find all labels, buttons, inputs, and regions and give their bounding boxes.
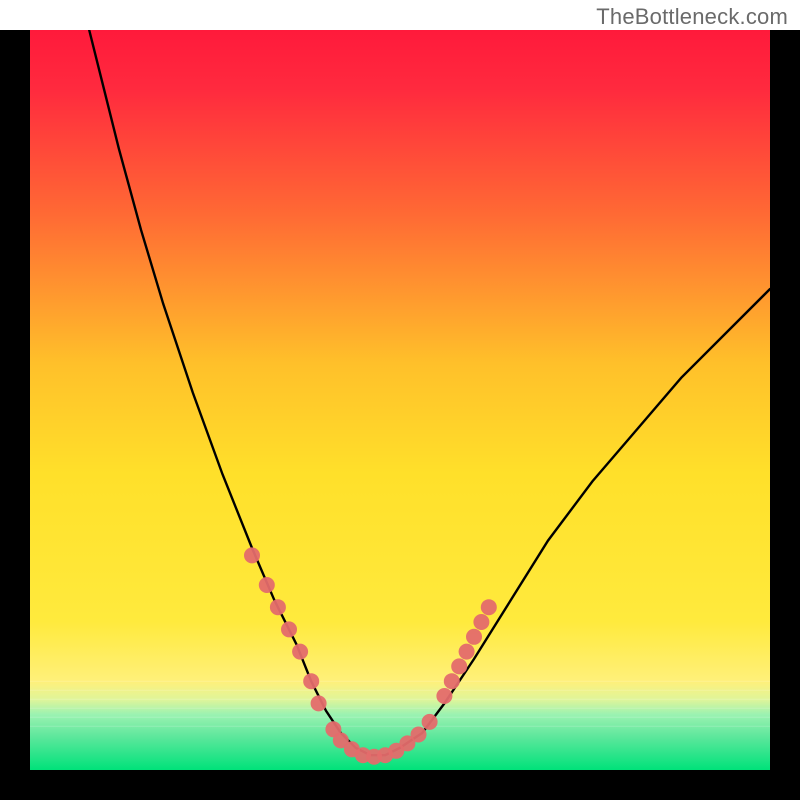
marker-dot [303, 673, 319, 689]
marker-dot [444, 673, 460, 689]
marker-dot [411, 727, 427, 743]
watermark-text: TheBottleneck.com [596, 4, 788, 30]
marker-dot [259, 577, 275, 593]
marker-dot [292, 644, 308, 660]
marker-dot [422, 714, 438, 730]
marker-dot [436, 688, 452, 704]
marker-dot [311, 695, 327, 711]
chart-stage: TheBottleneck.com [0, 0, 800, 800]
marker-dot [481, 599, 497, 615]
marker-dot [473, 614, 489, 630]
marker-dot [244, 547, 260, 563]
marker-dot [466, 629, 482, 645]
chart-svg [0, 0, 800, 800]
marker-dot [459, 644, 475, 660]
marker-dot [270, 599, 286, 615]
marker-dot [281, 621, 297, 637]
marker-dot [451, 658, 467, 674]
